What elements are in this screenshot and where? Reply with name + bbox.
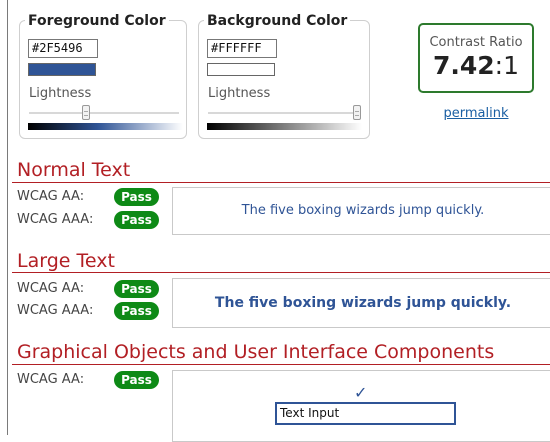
foreground-legend: Foreground Color <box>25 13 169 29</box>
background-hex-input[interactable]: #FFFFFF <box>207 39 277 58</box>
foreground-lightness-gradient <box>28 123 183 130</box>
large-aaa-pass-badge: Pass <box>114 302 159 320</box>
foreground-swatch[interactable] <box>28 63 96 76</box>
normal-aaa-label: WCAG AAA: <box>17 212 94 227</box>
contrast-ratio-number: 7.42 <box>432 51 495 80</box>
graphical-aa-label: WCAG AA: <box>17 372 85 387</box>
background-lightness-label: Lightness <box>208 86 271 101</box>
normal-aa-label: WCAG AA: <box>17 189 85 204</box>
background-lightness-track[interactable] <box>208 112 358 114</box>
permalink-link[interactable]: permalink <box>428 106 524 121</box>
contrast-ratio-label: Contrast Ratio <box>429 35 523 50</box>
sample-text-input[interactable]: Text Input <box>275 402 456 425</box>
section-title-large-text: Large Text <box>17 250 115 272</box>
section-rule-large <box>12 272 550 273</box>
foreground-hex-input[interactable]: #2F5496 <box>28 39 98 58</box>
normal-aaa-pass-badge: Pass <box>114 211 159 229</box>
large-aa-row: WCAG AA: Pass <box>17 280 159 298</box>
large-aaa-row: WCAG AAA: Pass <box>17 302 159 320</box>
left-divider <box>7 0 8 435</box>
normal-aaa-row: WCAG AAA: Pass <box>17 211 159 229</box>
contrast-ratio-value: 7.42:1 <box>420 52 532 80</box>
check-icon: ✓ <box>354 383 368 402</box>
section-rule-normal <box>12 182 550 183</box>
large-aaa-label: WCAG AAA: <box>17 303 94 318</box>
normal-aa-pass-badge: Pass <box>114 188 159 206</box>
normal-text-sample: The five boxing wizards jump quickly. <box>172 187 550 235</box>
background-lightness-gradient <box>207 123 362 130</box>
graphical-aa-pass-badge: Pass <box>114 371 159 389</box>
section-title-graphical-objects: Graphical Objects and User Interface Com… <box>17 341 495 363</box>
normal-aa-row: WCAG AA: Pass <box>17 188 159 206</box>
large-aa-label: WCAG AA: <box>17 281 85 296</box>
graphical-aa-row: WCAG AA: Pass <box>17 371 159 389</box>
foreground-color-panel: Foreground Color #2F5496 Lightness <box>19 13 187 139</box>
large-text-sample: The five boxing wizards jump quickly. <box>172 278 550 328</box>
foreground-lightness-thumb[interactable] <box>82 105 90 120</box>
background-lightness-thumb[interactable] <box>353 105 361 120</box>
section-rule-graphical <box>12 364 550 365</box>
contrast-ratio-suffix: :1 <box>494 51 520 80</box>
section-title-normal-text: Normal Text <box>17 159 131 181</box>
large-aa-pass-badge: Pass <box>114 280 159 298</box>
background-legend: Background Color <box>204 13 351 29</box>
background-color-panel: Background Color #FFFFFF Lightness <box>198 13 370 139</box>
background-swatch[interactable] <box>207 63 275 76</box>
foreground-lightness-track[interactable] <box>29 112 179 114</box>
foreground-lightness-label: Lightness <box>29 86 92 101</box>
contrast-ratio-box: Contrast Ratio 7.42:1 <box>418 23 534 93</box>
